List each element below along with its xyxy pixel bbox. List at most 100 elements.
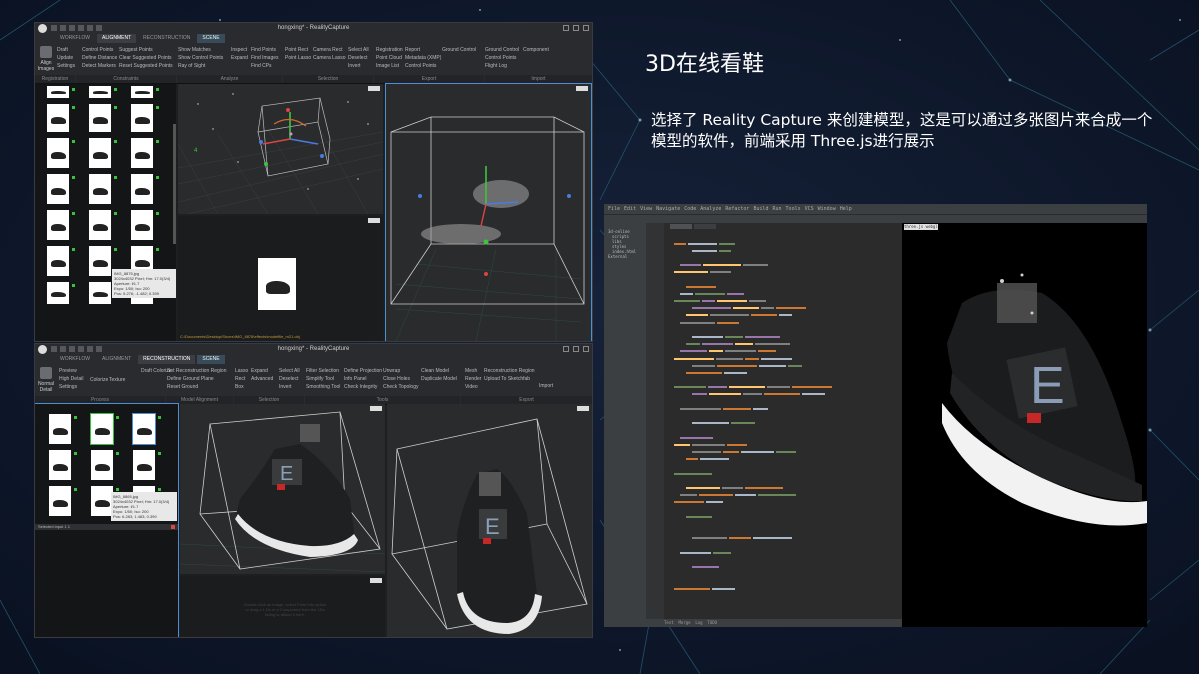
ribbon-item[interactable]: Find Images xyxy=(251,54,279,62)
image-thumbnail[interactable] xyxy=(47,282,75,304)
ribbon-item[interactable]: Reset Ground xyxy=(167,383,226,391)
threejs-preview[interactable]: three.js webgl E xyxy=(902,223,1147,627)
ribbon-item[interactable]: Detect Markers xyxy=(82,62,117,70)
ribbon-item[interactable]: Clear Suggested Points xyxy=(119,54,173,62)
image-thumbnail[interactable] xyxy=(89,104,117,132)
image-thumbnail[interactable] xyxy=(132,413,161,445)
image-thumbnail[interactable] xyxy=(47,86,75,98)
ribbon-item[interactable]: Select All xyxy=(279,367,300,375)
ribbon-item[interactable]: Render xyxy=(465,375,481,383)
ribbon-item[interactable]: Suggest Points xyxy=(119,46,173,54)
ribbon-item[interactable]: Component xyxy=(523,46,549,54)
ribbon-item[interactable]: Box xyxy=(235,383,248,391)
image-thumbnail[interactable] xyxy=(47,104,75,132)
menu-item[interactable]: Window xyxy=(818,204,836,214)
tab-reconstruction[interactable]: RECONSTRUCTION xyxy=(138,34,195,43)
window-controls[interactable] xyxy=(563,25,589,31)
minimize-icon[interactable] xyxy=(563,346,569,352)
file-tab[interactable] xyxy=(670,224,692,229)
ribbon-item[interactable]: Flight Log xyxy=(485,62,519,70)
ribbon-item[interactable]: Camera Rect xyxy=(313,46,346,54)
ribbon-item[interactable]: Report xyxy=(405,46,441,54)
image-thumbnail[interactable] xyxy=(47,174,75,204)
ribbon-item[interactable]: Update xyxy=(57,54,75,62)
image-thumbnail[interactable] xyxy=(47,246,75,276)
ribbon-item[interactable]: Upload To Sketchfab xyxy=(484,375,535,383)
ribbon-item[interactable]: Texture xyxy=(109,376,125,384)
ribbon-item[interactable]: Expand xyxy=(251,367,273,375)
image-thumbnail[interactable] xyxy=(89,174,117,204)
menu-item[interactable]: Edit xyxy=(624,204,636,214)
image-thumbnail[interactable] xyxy=(89,138,117,168)
ribbon-item[interactable]: High Detail xyxy=(59,375,83,383)
menu-item[interactable]: Code xyxy=(684,204,696,214)
viewport-model-perspective[interactable]: E xyxy=(180,404,385,574)
viewport-menu[interactable] xyxy=(370,578,382,583)
ribbon-item[interactable]: Define Ground Plane xyxy=(167,375,226,383)
ribbon-item[interactable]: Control Points xyxy=(485,54,519,62)
ribbon-item[interactable]: Info Panel xyxy=(344,375,382,383)
ribbon-item[interactable]: Control Points xyxy=(82,46,117,54)
image-thumbnail[interactable] xyxy=(89,282,117,304)
ribbon-item[interactable]: Show Control Points xyxy=(178,54,223,62)
ribbon-item[interactable]: Define Projection xyxy=(344,367,382,375)
ribbon-item[interactable]: Preview xyxy=(59,367,83,375)
ribbon-item[interactable]: Invert xyxy=(279,383,300,391)
preview-tab[interactable]: three.js webgl xyxy=(904,224,938,230)
image-thumbnail[interactable] xyxy=(131,104,159,132)
viewport-menu[interactable] xyxy=(577,406,589,411)
minimize-icon[interactable] xyxy=(563,25,569,31)
ribbon-item[interactable]: Image List xyxy=(376,62,403,70)
image-thumbnail[interactable] xyxy=(131,210,159,240)
tab-workflow[interactable]: WORKFLOW xyxy=(55,34,95,43)
ribbon-item[interactable]: Rect xyxy=(235,375,248,383)
image-thumbnail[interactable] xyxy=(131,86,159,98)
status-item[interactable]: Log xyxy=(695,620,702,625)
viewport-menu[interactable] xyxy=(368,86,380,91)
image-thumbnail[interactable] xyxy=(91,450,119,480)
ribbon-item[interactable]: Point Rect xyxy=(285,46,311,54)
ribbon-item[interactable]: Deselect xyxy=(279,375,300,383)
ribbon-item[interactable]: Ray of Sight xyxy=(178,62,223,70)
align-images-button[interactable]: Align Images xyxy=(37,46,55,72)
ribbon-item[interactable]: Select All xyxy=(348,46,369,54)
menu-item[interactable]: Tools xyxy=(786,204,801,214)
menu-item[interactable]: View xyxy=(640,204,652,214)
viewport-image[interactable]: C:\Documents\Desktop\Shoes\IMG_8878\effe… xyxy=(178,216,383,341)
menu-item[interactable]: File xyxy=(608,204,620,214)
viewport-3d-model[interactable] xyxy=(385,83,592,341)
menu-item[interactable]: Help xyxy=(840,204,852,214)
image-thumbnail[interactable] xyxy=(89,86,117,98)
tree-item[interactable]: External xyxy=(604,254,646,259)
ribbon-item[interactable]: Camera Lasso xyxy=(313,54,346,62)
image-thumbnail[interactable] xyxy=(91,486,119,516)
ribbon-item[interactable]: Deselect xyxy=(348,54,369,62)
ribbon-item[interactable]: Registration xyxy=(376,46,403,54)
viewport-menu[interactable] xyxy=(576,86,588,91)
ribbon-item[interactable]: Define Distance xyxy=(82,54,117,62)
menu-item[interactable]: Build xyxy=(753,204,768,214)
ribbon-item[interactable]: Clean Model xyxy=(421,367,457,375)
image-thumbnail[interactable] xyxy=(47,138,75,168)
image-thumbnail[interactable] xyxy=(49,414,77,444)
viewport-menu[interactable] xyxy=(368,218,380,223)
menu-item[interactable]: Analyze xyxy=(700,204,721,214)
ribbon-item[interactable]: Lasso xyxy=(235,367,248,375)
ribbon-item[interactable]: Invert xyxy=(348,62,369,70)
ribbon-item[interactable]: Duplicate Model xyxy=(421,375,457,383)
image-thumbnail[interactable] xyxy=(90,413,119,445)
scrollbar[interactable] xyxy=(173,124,176,244)
ribbon-item[interactable]: Import xyxy=(539,382,553,390)
ribbon-item[interactable]: Settings xyxy=(59,383,83,391)
menu-item[interactable]: Navigate xyxy=(656,204,680,214)
ribbon-item[interactable]: Find Points xyxy=(251,46,279,54)
image-thumbnail[interactable] xyxy=(49,486,77,516)
image-thumbnail[interactable] xyxy=(89,210,117,240)
ribbon-item[interactable]: Check Integrity xyxy=(344,383,382,391)
image-thumbnail[interactable] xyxy=(131,174,159,204)
tab-alignment[interactable]: ALIGNMENT xyxy=(97,355,136,364)
ribbon-item[interactable]: Inspect xyxy=(231,46,248,54)
ribbon-item[interactable]: Point Lasso xyxy=(285,54,311,62)
viewport-hint[interactable]: Double-click an image, select Point Info… xyxy=(180,576,385,637)
viewport-model-top[interactable]: E xyxy=(387,404,592,637)
